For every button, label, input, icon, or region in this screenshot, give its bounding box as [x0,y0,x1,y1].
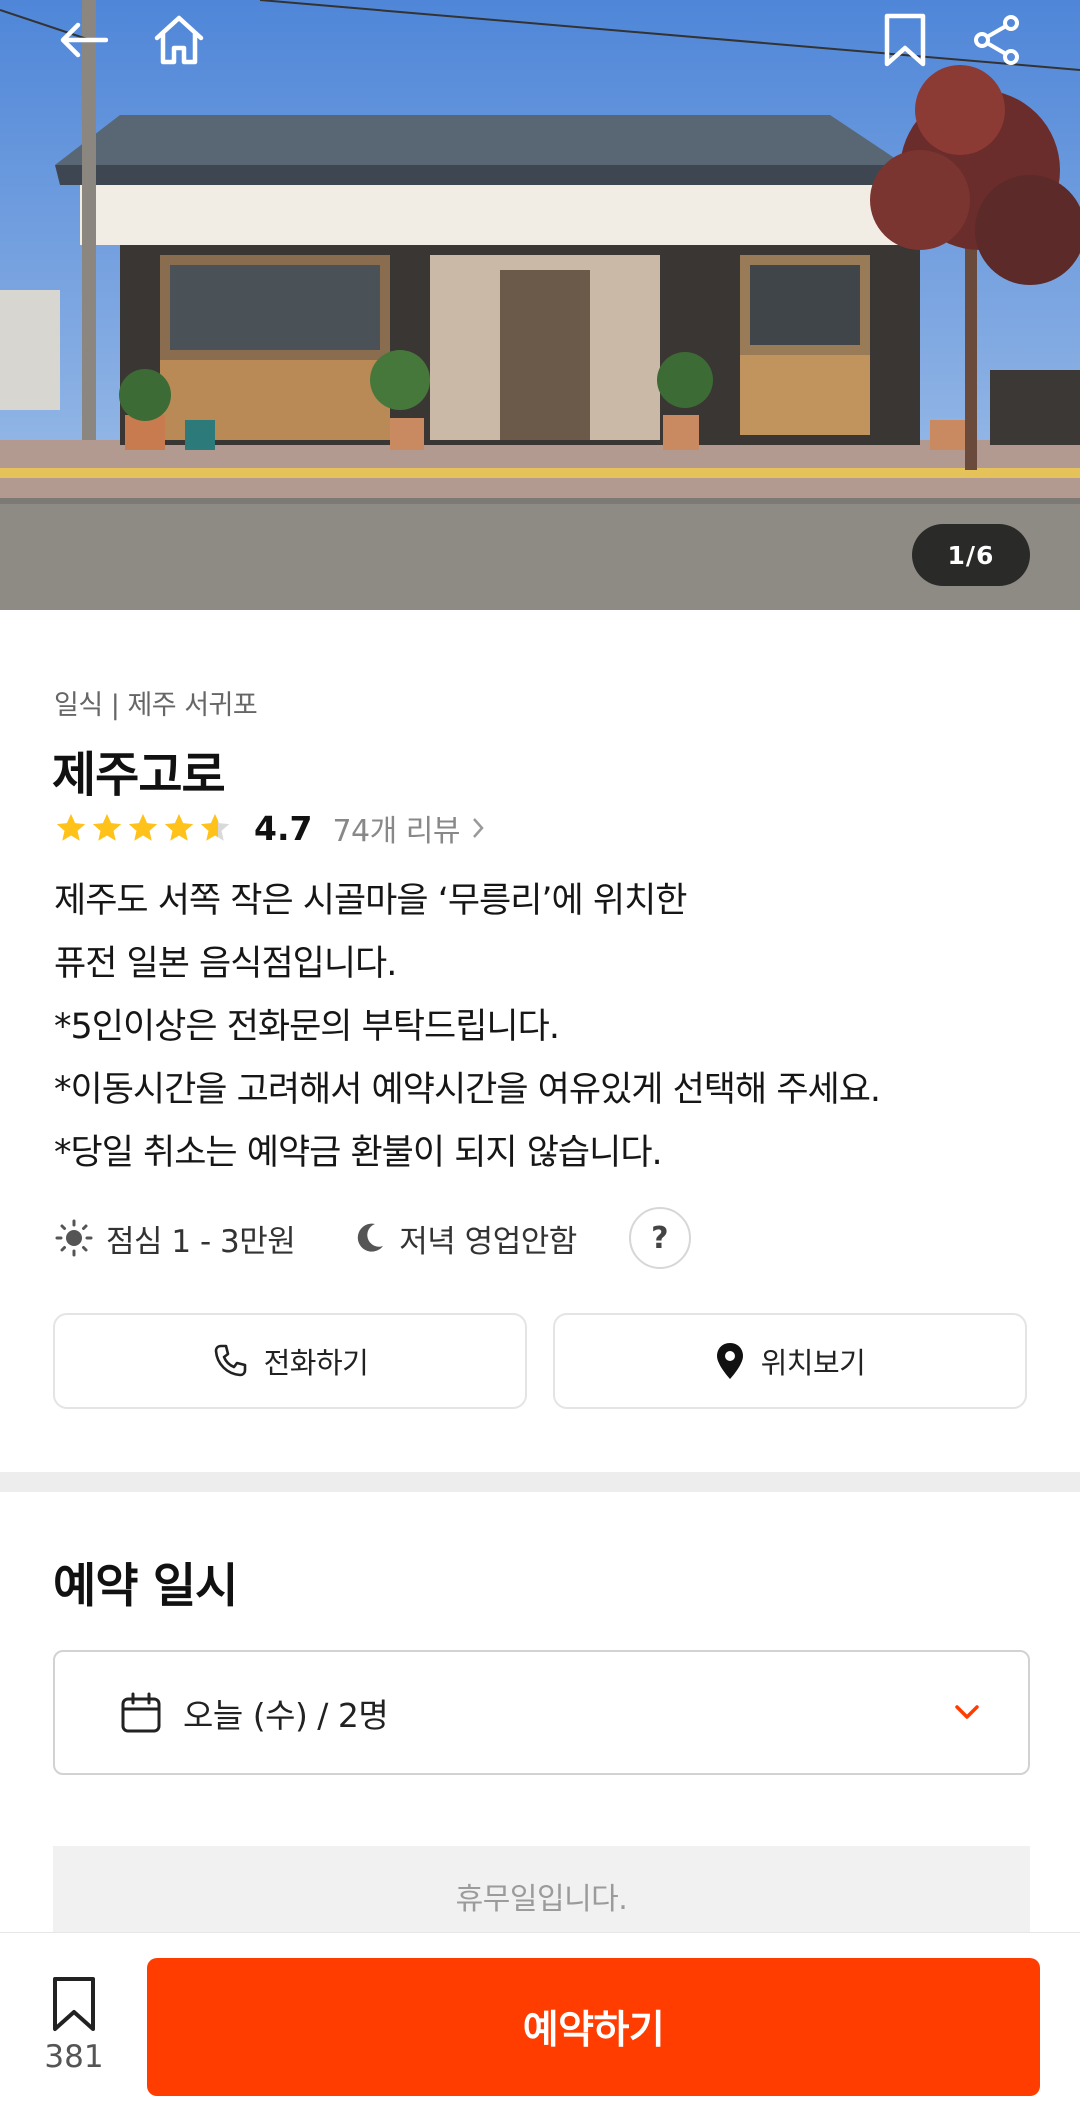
restaurant-description: 제주도 서쪽 작은 시골마을 ‘무릉리’에 위치한 퓨전 일본 음식점입니다. … [54,870,1044,1185]
bookmark-icon [53,1977,95,2031]
reservation-title: 예약 일시 [53,1559,238,1614]
description-line: 퓨전 일본 음식점입니다. [54,944,397,984]
rating-row: 4.7 74개 리뷰 [54,804,484,852]
star-icon [92,813,122,841]
back-button[interactable] [48,5,118,75]
selected-date-party: 오늘 (수) / 2명 [183,1695,389,1735]
share-button[interactable] [962,5,1032,75]
image-counter: 1/6 [912,524,1030,586]
dinner-info: 저녁 영업안함 [351,1216,577,1261]
dinner-status: 저녁 영업안함 [399,1223,577,1260]
sun-icon [55,1219,93,1257]
star-icon [128,813,158,841]
chevron-right-icon [473,818,484,838]
section-divider [0,1472,1080,1492]
hero-image-carousel[interactable]: 1/6 [0,0,1080,610]
closed-day-notice: 휴무일입니다. [53,1846,1030,1946]
reserve-button[interactable]: 예약하기 [147,1958,1040,2096]
description-line: *이동시간을 고려해서 예약시간을 여유있게 선택해 주세요. [54,1070,881,1110]
lunch-info: 점심 1 - 3만원 [54,1216,296,1261]
description-line: *5인이상은 전화문의 부탁드립니다. [54,1007,560,1047]
restaurant-name: 제주고로 [52,747,226,803]
restaurant-category: 일식 | 제주 서귀포 [54,690,258,721]
map-button[interactable]: 위치보기 [553,1313,1027,1409]
phone-icon [214,1344,246,1377]
lunch-price: 점심 1 - 3만원 [106,1223,296,1260]
home-button[interactable] [144,5,214,75]
call-button[interactable]: 전화하기 [53,1313,527,1409]
review-link[interactable]: 74개 리뷰 [332,806,484,850]
location-pin-icon [716,1343,743,1379]
date-party-selector[interactable]: 오늘 (수) / 2명 [53,1650,1030,1775]
bookmark-icon [884,13,926,67]
rating-value: 4.7 [254,808,313,848]
description-line: *당일 취소는 예약금 환불이 되지 않습니다. [54,1133,663,1173]
share-icon [974,15,1019,65]
map-label: 위치보기 [760,1346,866,1380]
home-icon [154,15,204,65]
star-icon [56,813,86,841]
call-label: 전화하기 [263,1346,369,1380]
moon-icon [358,1223,384,1252]
star-rating [54,811,232,845]
back-arrow-icon [60,22,108,58]
star-icon [164,813,194,841]
restaurant-photo [0,0,1080,610]
save-count: 381 [44,2039,104,2075]
price-hours-row: 점심 1 - 3만원 저녁 영업안함 ? [54,1205,691,1271]
bottom-action-bar: 381 예약하기 [0,1932,1080,2106]
bookmark-button[interactable] [870,5,940,75]
chevron-down-icon [955,1705,979,1719]
price-help-button[interactable]: ? [628,1207,691,1269]
save-button[interactable]: 381 [36,1975,112,2075]
description-line: 제주도 서쪽 작은 시골마을 ‘무릉리’에 위치한 [54,881,687,921]
calendar-icon [121,1692,161,1732]
review-count: 74개 리뷰 [332,814,460,849]
half-star-icon [200,813,230,841]
